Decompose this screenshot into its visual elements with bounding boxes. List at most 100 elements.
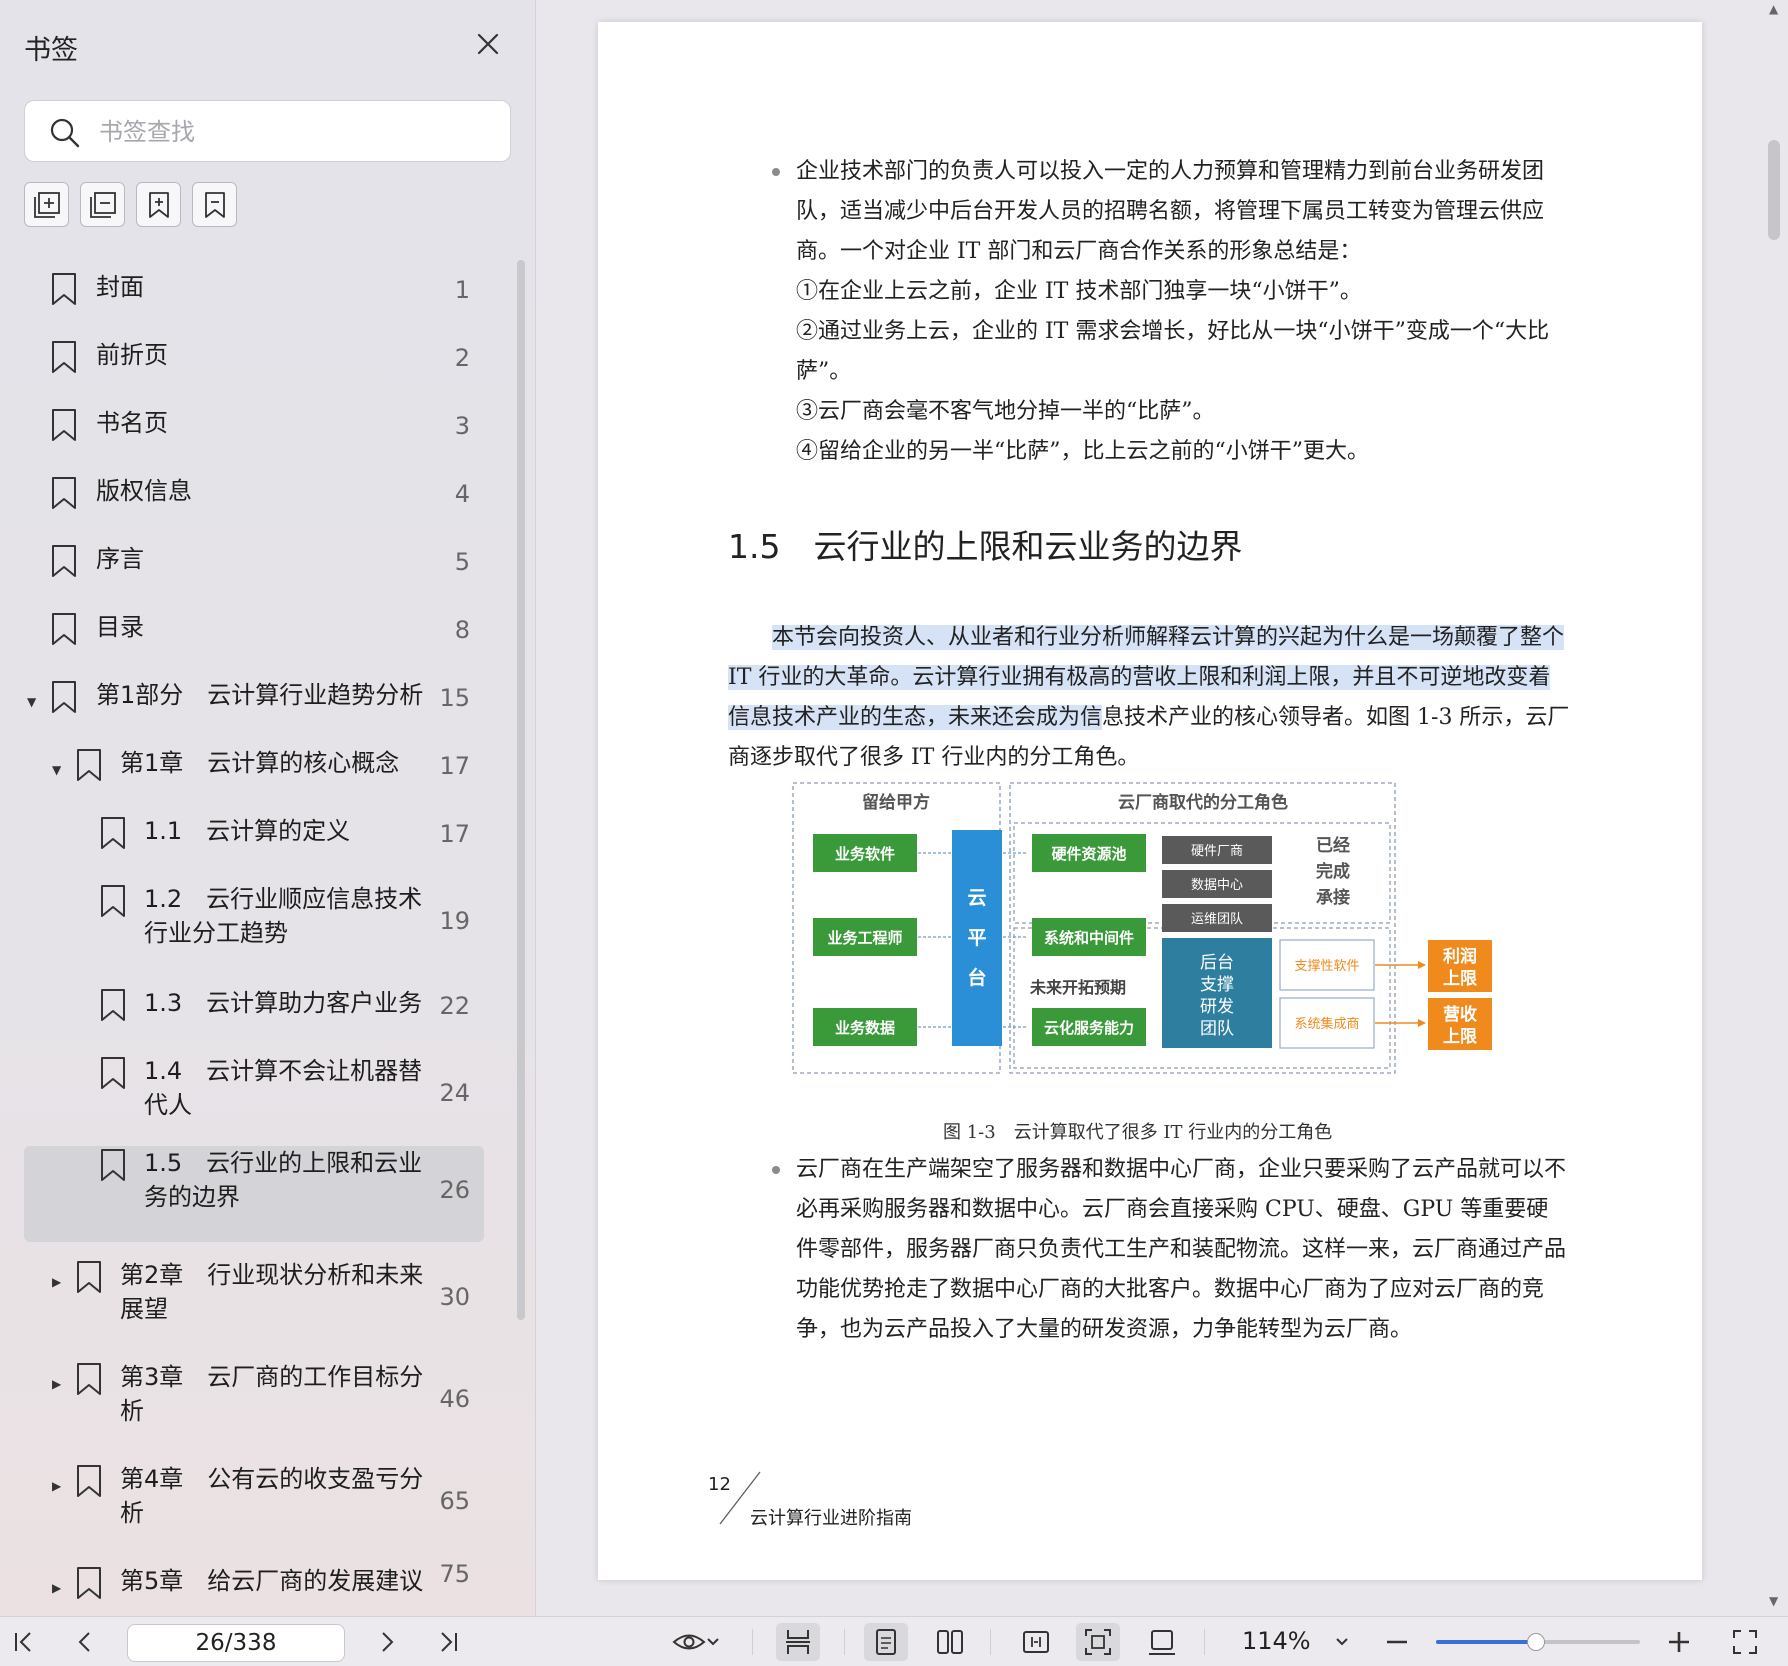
bookmark-tools	[24, 182, 237, 227]
zoom-level-text[interactable]: 114%	[1242, 1627, 1311, 1655]
caret-right-icon[interactable]: ▶	[52, 1378, 64, 1390]
bookmark-item[interactable]: 1.3 云计算助力客户业务 22	[24, 986, 484, 1046]
search-icon	[50, 118, 80, 148]
remove-bookmark-button[interactable]	[192, 182, 237, 227]
bookmark-icon	[52, 409, 76, 441]
bookmark-page-number: 19	[439, 907, 470, 935]
two-page-button[interactable]	[928, 1623, 972, 1661]
body-paragraph[interactable]: 本节会向投资人、从业者和行业分析师解释云计算的兴起为什么是一场颠覆了整个 IT …	[728, 618, 1570, 778]
scroll-up-arrow[interactable]: ▲	[1769, 2, 1778, 16]
close-sidebar-button[interactable]	[470, 26, 506, 62]
bookmark-page-number: 4	[454, 480, 470, 508]
bookmark-item[interactable]: ▶ 第5章 给云厂商的发展建议 75	[24, 1560, 484, 1604]
two-page-icon	[937, 1630, 963, 1654]
caret-down-icon[interactable]: ▼	[52, 764, 64, 776]
bookmark-page-number: 8	[454, 616, 470, 644]
bookmark-page-number: 3	[454, 412, 470, 440]
bookmark-item[interactable]: ▶ 第4章 公有云的收支盈亏分析 65	[24, 1462, 484, 1548]
bookmark-label: 第1部分 云计算行业趋势分析	[96, 681, 424, 709]
bookmark-item[interactable]: 封面 1	[24, 270, 484, 330]
bookmark-icon	[101, 885, 125, 917]
minus-icon	[1387, 1640, 1407, 1644]
done-label: 已经	[1316, 835, 1350, 856]
caret-down-icon[interactable]: ▼	[27, 696, 39, 708]
bookmark-label: 第5章 给云厂商的发展建议	[120, 1567, 424, 1595]
next-page-button[interactable]	[368, 1623, 406, 1661]
section-heading: 1.5 云行业的上限和云业务的边界	[728, 527, 1243, 566]
remove-bookmark-icon	[204, 191, 225, 218]
zoom-dropdown[interactable]	[1324, 1623, 1360, 1661]
fit-page-icon	[1085, 1629, 1111, 1655]
previous-page-button[interactable]	[66, 1623, 104, 1661]
caret-right-icon[interactable]: ▶	[52, 1582, 64, 1594]
bookmark-item[interactable]: ▶ 第2章 行业现状分析和未来展望 30	[24, 1258, 484, 1344]
bookmark-label: 1.1 云计算的定义	[144, 817, 351, 845]
fit-width-button[interactable]	[1014, 1623, 1058, 1661]
expand-all-button[interactable]	[24, 182, 69, 227]
bookmark-icon	[101, 1149, 125, 1181]
document-scrollbar-thumb[interactable]	[1768, 140, 1780, 240]
bullet-1-item: ④留给企业的另一半“比萨”，比上云之前的“小饼干”更大。	[796, 439, 1369, 464]
bookmark-search-input[interactable]	[99, 113, 489, 151]
continuous-scroll-button[interactable]	[776, 1623, 820, 1661]
bookmark-icon	[77, 1465, 101, 1497]
single-page-button[interactable]	[864, 1623, 908, 1661]
separator	[752, 1629, 753, 1655]
separator	[990, 1629, 991, 1655]
view-mode-dropdown[interactable]	[664, 1623, 728, 1661]
zoom-out-button[interactable]	[1378, 1623, 1416, 1661]
future-label: 未来开拓预期	[1029, 978, 1126, 997]
bookmark-label: 封面	[96, 273, 144, 301]
bookmark-item[interactable]: 版权信息 4	[24, 474, 484, 534]
bookmark-item[interactable]: ▼ 第1部分 云计算行业趋势分析 15	[24, 678, 484, 738]
bookmark-item[interactable]: ▼ 第1章 云计算的核心概念 17	[24, 746, 484, 806]
platform-char: 平	[967, 927, 986, 949]
mid-green-box: 云化服务能力	[1032, 1008, 1146, 1046]
caret-right-icon[interactable]: ▶	[52, 1276, 64, 1288]
eye-icon	[672, 1634, 706, 1650]
page-number-input[interactable]	[127, 1624, 345, 1662]
bookmark-page-number: 22	[439, 992, 470, 1020]
bookmark-item[interactable]: 前折页 2	[24, 338, 484, 398]
bookmark-item[interactable]: 序言 5	[24, 542, 484, 602]
zoom-in-button[interactable]	[1660, 1623, 1698, 1661]
last-page-button[interactable]	[430, 1623, 468, 1661]
backend-team-label: 支撑	[1200, 975, 1234, 995]
bookmark-icon	[77, 1567, 101, 1599]
left-green-box: 业务工程师	[813, 918, 917, 956]
bookmark-label: 书名页	[96, 409, 168, 437]
bookmark-label: 序言	[96, 545, 144, 573]
svg-text:业务数据: 业务数据	[835, 1019, 895, 1037]
arrow-head	[1418, 1019, 1426, 1027]
bookmark-search-box[interactable]	[24, 100, 511, 162]
sidebar-scrollbar[interactable]	[517, 260, 525, 1320]
first-page-button[interactable]	[4, 1623, 42, 1661]
sidebar-title: 书签	[24, 35, 78, 66]
actual-size-button[interactable]	[1140, 1623, 1184, 1661]
bookmark-item[interactable]: 1.2 云行业顺应信息技术行业分工趋势 19	[24, 882, 484, 968]
revenue-limit-label: 上限	[1443, 1027, 1477, 1047]
bookmark-item[interactable]: 目录 8	[24, 610, 484, 670]
profit-limit-label: 上限	[1443, 969, 1477, 989]
bookmark-item[interactable]: 书名页 3	[24, 406, 484, 466]
bullet-1-item: ②通过业务上云，企业的 IT 需求会增长，好比从一块“小饼干”变成一个“大比萨”…	[796, 319, 1550, 384]
zoom-slider-knob[interactable]	[1526, 1633, 1545, 1651]
caret-right-icon[interactable]: ▶	[52, 1480, 64, 1492]
fullscreen-button[interactable]	[1726, 1623, 1764, 1661]
scroll-down-arrow[interactable]: ▼	[1769, 1594, 1778, 1608]
bookmark-item[interactable]: ▶ 第3章 云厂商的工作目标分析 46	[24, 1360, 484, 1446]
collapse-all-button[interactable]	[80, 182, 125, 227]
bookmark-item[interactable]: 1.1 云计算的定义 17	[24, 814, 484, 874]
bullet-1-item: ①在企业上云之前，企业 IT 技术部门独享一块“小饼干”。	[796, 279, 1362, 304]
zoom-slider[interactable]	[1436, 1633, 1640, 1651]
svg-text:硬件厂商: 硬件厂商	[1191, 844, 1243, 859]
fit-page-button[interactable]	[1076, 1623, 1120, 1661]
bookmark-icon	[52, 477, 76, 509]
bookmark-item[interactable]: 1.5 云行业的上限和云业务的边界 26	[24, 1146, 484, 1242]
bookmark-page-number: 24	[439, 1079, 470, 1107]
bookmark-item[interactable]: 1.4 云计算不会让机器替代人 24	[24, 1054, 484, 1140]
svg-text:业务工程师: 业务工程师	[827, 929, 902, 947]
last-page-icon	[441, 1632, 457, 1652]
add-bookmark-button[interactable]	[136, 182, 181, 227]
bookmark-icon	[52, 273, 76, 305]
